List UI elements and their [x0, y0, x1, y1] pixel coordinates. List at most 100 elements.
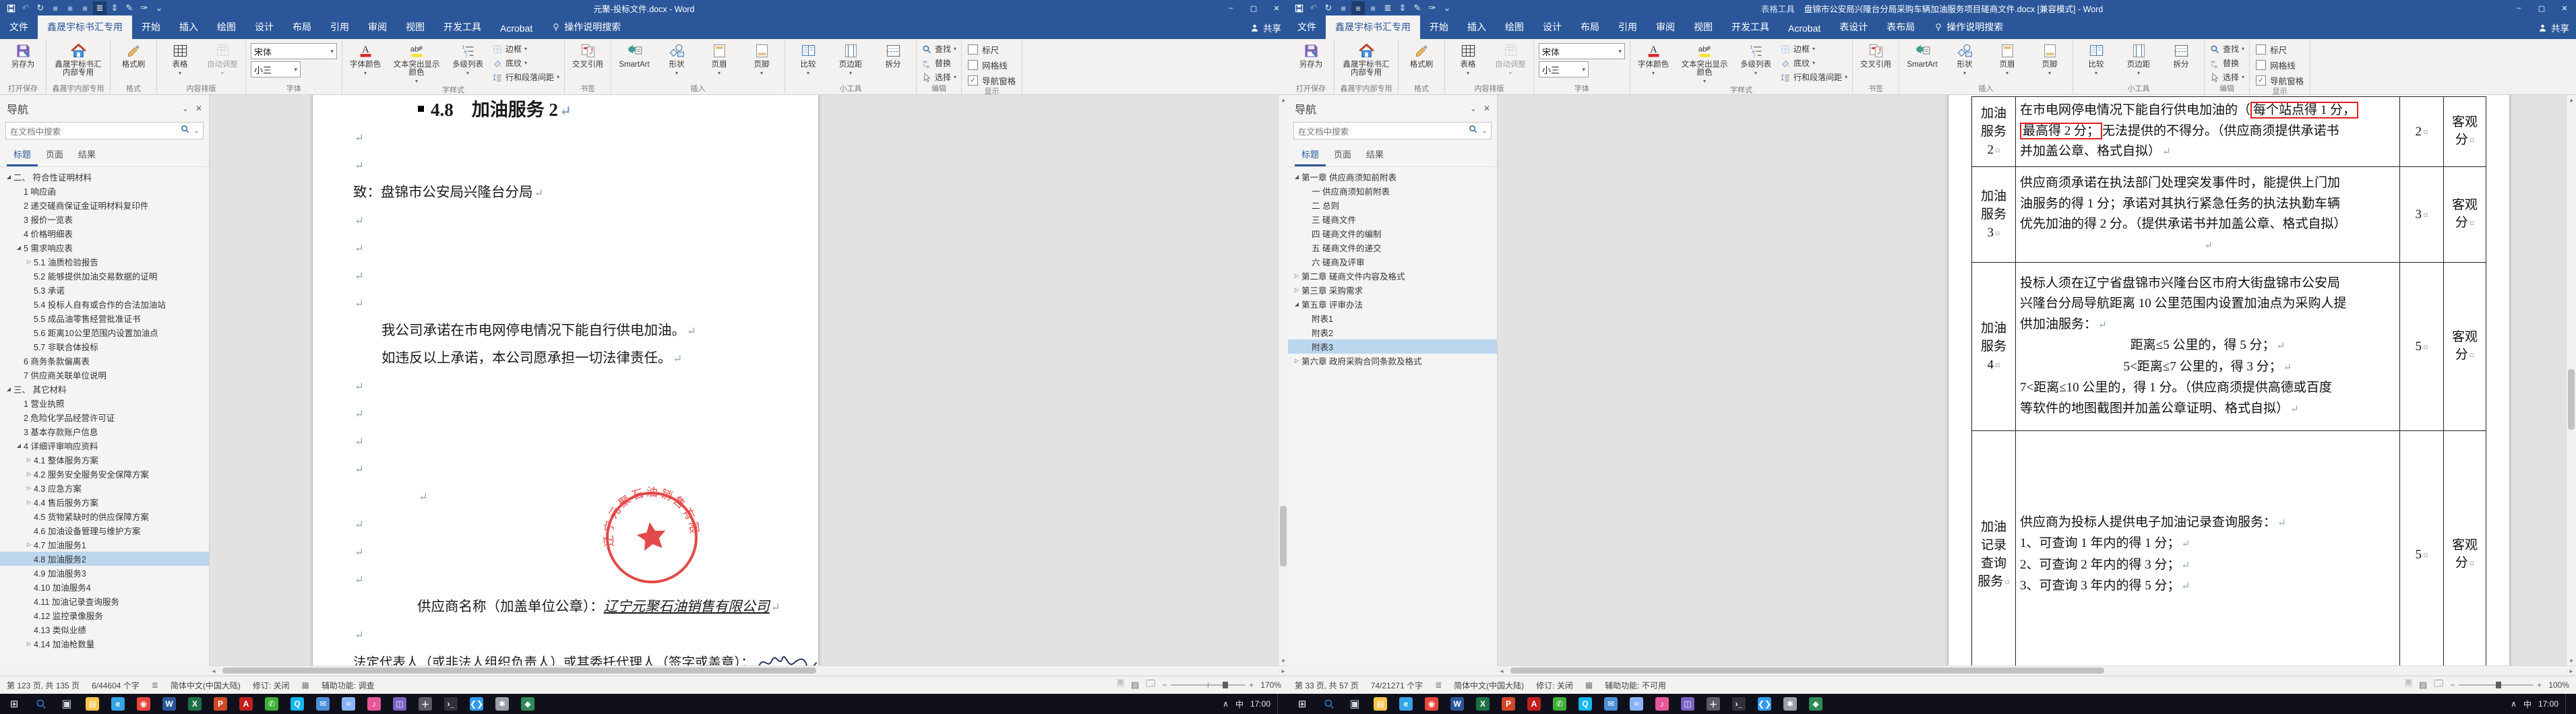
mail-taskbar-icon[interactable]: ✉ — [1598, 694, 1624, 714]
font-name-combo[interactable]: 宋体 ▾ — [251, 43, 337, 59]
row-label-cell[interactable]: 加油 服务 4 ¤ — [1971, 262, 2016, 431]
print-layout-icon[interactable]: ▤ — [1131, 680, 1139, 690]
nav-item[interactable]: ▷ 第三章 采购需求 — [1288, 283, 1497, 297]
tab-设计[interactable]: 设计 — [245, 15, 283, 39]
caret-icon[interactable]: ▷ — [24, 485, 34, 491]
task-view-button[interactable]: ▣ — [1342, 694, 1368, 714]
zoom-slider[interactable]: − + — [2450, 680, 2542, 690]
chevron-down-icon[interactable]: ⌄ — [1470, 104, 1477, 113]
music-player-taskbar-icon[interactable]: ♪ — [361, 694, 387, 714]
macro-icon[interactable]: ▦ — [1585, 680, 1593, 690]
button-边框[interactable]: 边框 ▾ — [1777, 42, 1850, 56]
nav-item[interactable]: ◢ 二、 符合性证明材料 — [0, 170, 209, 184]
tab-文件[interactable]: 文件 — [0, 15, 38, 39]
clock[interactable]: 17:00 — [1250, 699, 1270, 709]
page-indicator[interactable]: 第 123 页, 共 135 页 — [7, 680, 80, 691]
nav-item[interactable]: ▷ 第六章 政府采购合同条款及格式 — [1288, 354, 1497, 368]
caret-icon[interactable]: ◢ — [4, 174, 13, 180]
button-SmartArt[interactable]: SmartArt — [1901, 40, 1943, 69]
tab-开发工具[interactable]: 开发工具 — [434, 15, 491, 39]
nav-item[interactable]: ◢ 5 需求响应表 — [0, 240, 209, 255]
score-cell[interactable]: 3 ¤ — [2399, 166, 2444, 263]
caret-icon[interactable]: ▷ — [24, 641, 34, 647]
ime-indicator[interactable]: 中 — [1235, 699, 1244, 710]
tab-视图[interactable]: 视图 — [1684, 15, 1722, 39]
button-查找[interactable]: 查找 ▾ — [2207, 42, 2247, 56]
vertical-scrollbar[interactable]: ▲ ▼ — [2566, 95, 2576, 666]
nav-item[interactable]: 三 磋商文件 — [1288, 212, 1497, 226]
nav-item[interactable]: ▷ 4.14 加油枪数量 — [0, 637, 209, 651]
tab-开发工具[interactable]: 开发工具 — [1722, 15, 1779, 39]
nav-tab-结果[interactable]: 结果 — [71, 145, 102, 166]
nav-tab-标题[interactable]: 标题 — [1295, 145, 1326, 166]
pdf-reader-taskbar-icon[interactable]: A — [233, 694, 259, 714]
tab-表设计[interactable]: 表设计 — [1830, 15, 1877, 39]
terminal-taskbar-icon[interactable]: ›_ — [438, 694, 464, 714]
zoom-percentage[interactable]: 170% — [1260, 680, 1281, 690]
line-spacing-icon[interactable]: ⇕ — [1396, 1, 1409, 15]
scrollbar-thumb[interactable] — [1510, 668, 2104, 674]
start-button[interactable]: ⊞ — [0, 694, 28, 714]
font-name-combo[interactable]: 宋体 ▾ — [1539, 43, 1625, 59]
document-page[interactable]: 4.8 加油服务 2↵ ↵ ↵ 致：盘锦市公安局兴隆台分局 ↵ ↵ ↵ ↵ ↵ 我公司承诺在市电网… — [313, 95, 818, 666]
button-替换[interactable]: ab ac 替换 — [919, 56, 959, 70]
tab-布局[interactable]: 布局 — [283, 15, 321, 39]
nav-tab-结果[interactable]: 结果 — [1359, 145, 1390, 166]
image-viewer-taskbar-icon[interactable]: ◫ — [1675, 694, 1700, 714]
print-layout-icon[interactable]: ▤ — [2419, 680, 2427, 690]
nav-item[interactable]: ▷ 4.3 应急方案 — [0, 481, 209, 495]
checkbox-网格线[interactable]: 网格线 — [968, 59, 1016, 71]
score-type-cell[interactable]: 客观分 ¤ — [2443, 262, 2486, 431]
chevron-down-icon[interactable]: ⌄ — [193, 127, 199, 135]
button-拆分[interactable]: 拆分 — [2160, 40, 2202, 69]
button-替换[interactable]: ab ac 替换 — [2207, 56, 2247, 70]
description-cell[interactable]: 供应商为投标人提供电子加油记录查询服务： ↵ 1、可查询 1 年内的得 1 分； ↵ 2… — [2015, 430, 2400, 666]
maximize-button[interactable]: ▢ — [2530, 0, 2553, 16]
tab-Acrobat[interactable]: Acrobat — [491, 18, 542, 39]
chevron-down-icon[interactable]: ⌄ — [1481, 127, 1487, 135]
button-格式刷[interactable]: 格式刷 — [113, 40, 154, 69]
nav-item[interactable]: 4.5 货物紧缺时的供应保障方案 — [0, 509, 209, 523]
caret-icon[interactable]: ▷ — [24, 542, 34, 548]
button-选择[interactable]: 选择 ▾ — [919, 70, 959, 84]
wechat-taskbar-icon[interactable]: ✆ — [1547, 694, 1572, 714]
taskbar-search-button[interactable] — [28, 694, 54, 714]
button-另存为[interactable]: 另存为 — [1290, 40, 1332, 69]
nav-item[interactable]: 3 基本存款账户信息 — [0, 424, 209, 439]
mail-taskbar-icon[interactable]: ✉ — [310, 694, 336, 714]
score-cell[interactable]: 5 ¤ — [2399, 262, 2444, 431]
score-cell[interactable]: 2 ¤ — [2399, 96, 2444, 167]
settings-taskbar-icon[interactable]: ✱ — [489, 694, 515, 714]
nav-item[interactable]: ◢ 三、 其它材料 — [0, 382, 209, 396]
language-indicator[interactable]: 简体中文(中国大陆) — [171, 680, 241, 691]
nav-item[interactable]: 4.8 加油服务2 — [0, 552, 209, 566]
close-button[interactable]: ✕ — [2553, 0, 2576, 16]
nav-tab-页面[interactable]: 页面 — [39, 145, 70, 166]
nav-item[interactable]: 四 磋商文件的编制 — [1288, 226, 1497, 240]
zoom-in-icon[interactable]: + — [1249, 680, 1254, 690]
nav-item[interactable]: 4.6 加油设备管理与维护方案 — [0, 523, 209, 538]
nav-item[interactable]: 五 磋商文件的递交 — [1288, 240, 1497, 255]
button-SmartArt[interactable]: SmartArt — [613, 40, 655, 69]
horizontal-scrollbar[interactable]: ◄ ► — [1497, 666, 2576, 676]
font-size-combo[interactable]: 小三 ▾ — [251, 61, 301, 77]
row-label-cell[interactable]: 加油 服务 2 ¤ — [1971, 96, 2016, 167]
nav-item[interactable]: 7 供应商关联单位说明 — [0, 368, 209, 382]
checkbox-导航窗格[interactable]: ✓ 导航窗格 — [2256, 74, 2304, 87]
tab-Acrobat[interactable]: Acrobat — [1779, 18, 1830, 39]
edge-browser-taskbar-icon[interactable]: e — [105, 694, 131, 714]
chrome-browser-taskbar-icon[interactable]: ◉ — [1419, 694, 1444, 714]
image-viewer-taskbar-icon[interactable]: ◫ — [387, 694, 412, 714]
tab-引用[interactable]: 引用 — [321, 15, 359, 39]
nav-item[interactable]: ◢ 4 详细评审响应资料 — [0, 439, 209, 453]
button-表格[interactable]: 表格 ▾ — [1447, 40, 1489, 77]
undo-icon[interactable]: ↶ — [19, 1, 32, 15]
format-brush-icon[interactable]: ✑ — [1425, 1, 1439, 15]
chevron-down-icon[interactable]: ⌄ — [182, 104, 189, 113]
caret-icon[interactable]: ▷ — [24, 457, 34, 463]
zoom-out-icon[interactable]: − — [2450, 680, 2455, 690]
more-commands-icon[interactable]: ⌄ — [152, 1, 166, 15]
nav-item[interactable]: 5.7 非联合体投标 — [0, 339, 209, 354]
zoom-track[interactable] — [1171, 682, 1246, 688]
caret-icon[interactable]: ▷ — [1292, 358, 1301, 364]
